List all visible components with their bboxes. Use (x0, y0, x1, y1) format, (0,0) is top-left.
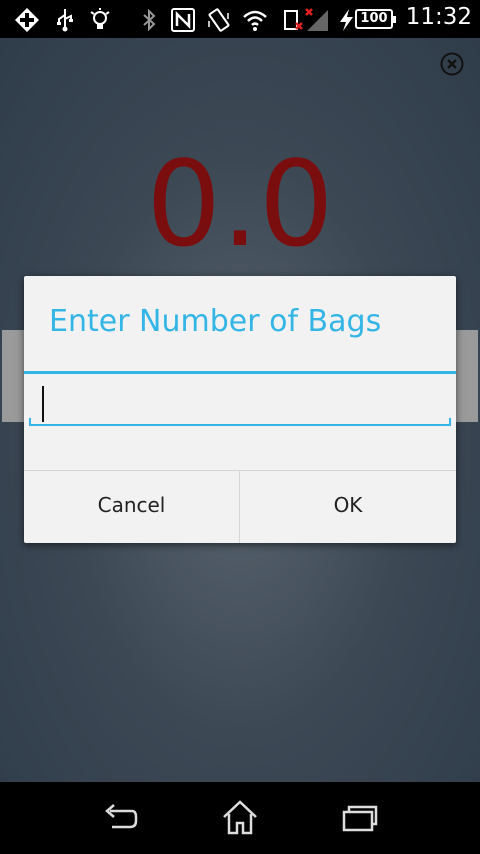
dialog-title: Enter Number of Bags (49, 304, 382, 339)
background-button-left (2, 330, 24, 422)
add-notification-icon (15, 8, 39, 32)
home-icon[interactable] (220, 799, 260, 837)
recents-icon[interactable] (340, 799, 380, 837)
battery-indicator: 100 (355, 9, 396, 29)
close-icon[interactable] (440, 52, 464, 76)
signal-icon (305, 8, 328, 31)
navigation-bar (0, 782, 480, 854)
status-bar: 100 11:32 (0, 0, 480, 38)
text-caret (42, 386, 44, 422)
bag-count-display: 0.0 (146, 135, 334, 273)
usb-icon (57, 9, 73, 32)
back-icon[interactable] (100, 799, 140, 837)
title-divider (24, 371, 456, 374)
lightbulb-icon (90, 8, 110, 29)
nfc-icon (171, 8, 195, 32)
rotate-icon (208, 8, 230, 32)
bags-input[interactable] (29, 380, 451, 426)
ok-button[interactable]: OK (240, 471, 456, 543)
enter-bags-dialog: Enter Number of Bags Cancel OK (24, 276, 456, 543)
wifi-icon (243, 10, 267, 31)
status-clock: 11:32 (405, 4, 472, 30)
cancel-button[interactable]: Cancel (24, 471, 239, 543)
background-button-right (456, 330, 478, 422)
bluetooth-icon (143, 8, 156, 32)
